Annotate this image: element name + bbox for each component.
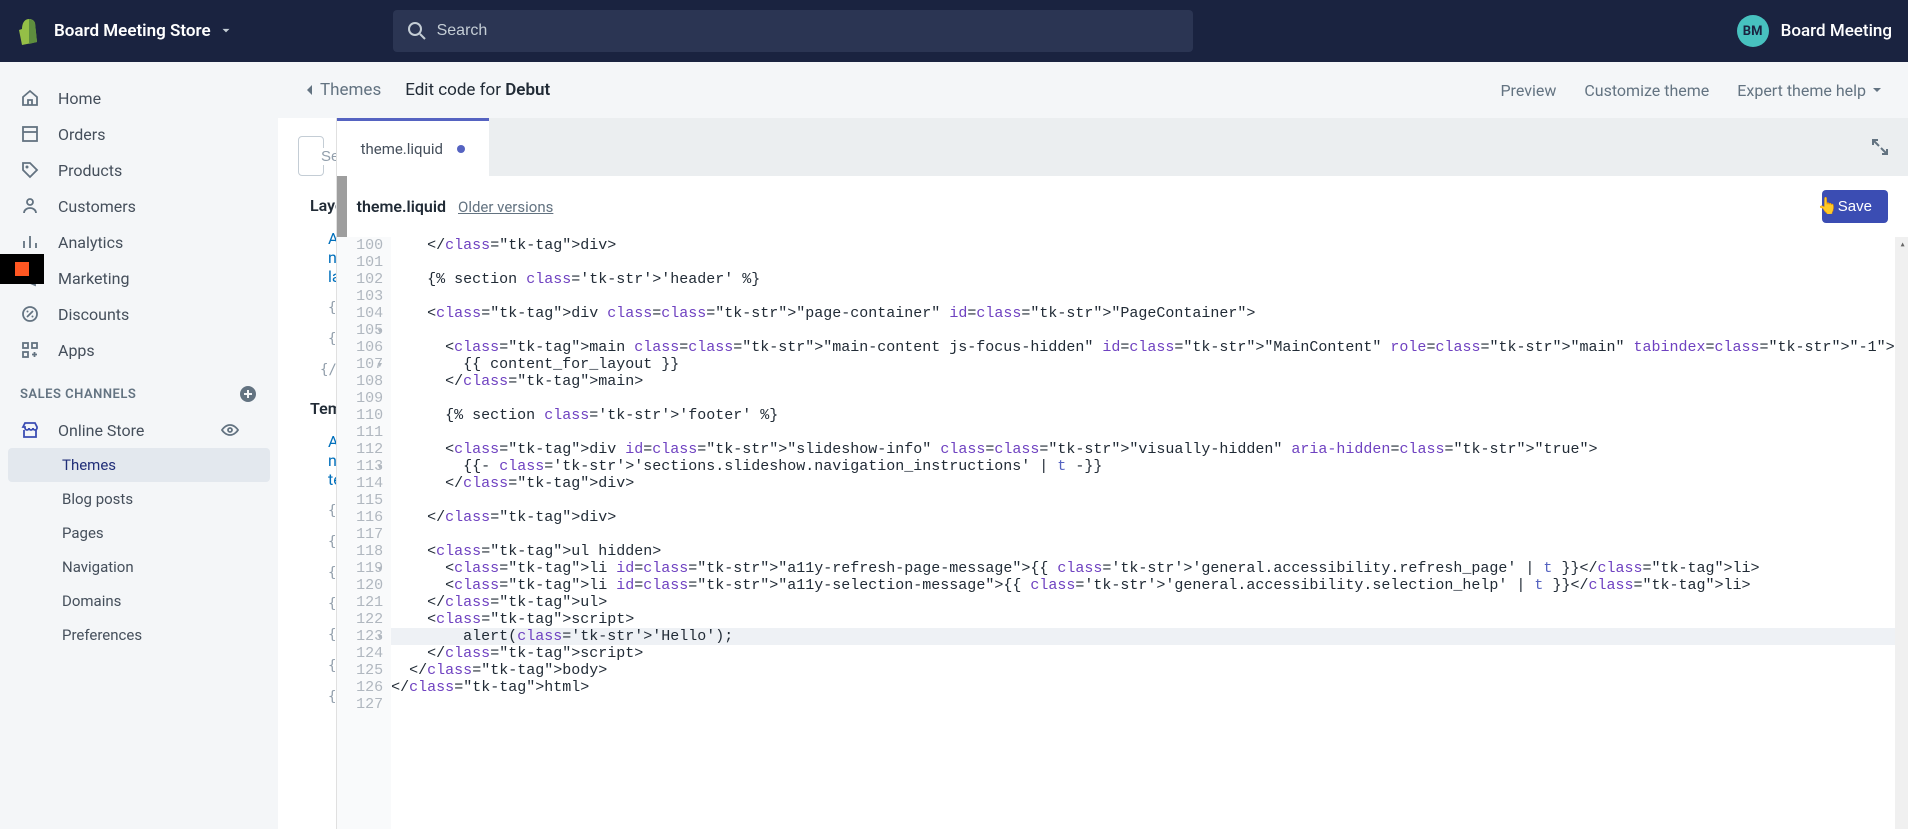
orders-icon xyxy=(20,124,40,144)
subnav-themes[interactable]: Themes xyxy=(8,448,270,482)
store-icon xyxy=(20,420,40,440)
nav-apps[interactable]: Apps xyxy=(0,332,278,368)
file-blog[interactable]: {/}blog.liquid xyxy=(298,557,328,588)
add-template[interactable]: Add a new template xyxy=(298,426,328,495)
file-search[interactable] xyxy=(298,136,324,176)
add-layout[interactable]: Add a new layout xyxy=(298,223,328,292)
main-sidebar: Home Orders Products Customers Analytics… xyxy=(0,62,278,829)
preview-link[interactable]: Preview xyxy=(1500,81,1556,100)
nav-home[interactable]: Home xyxy=(0,80,278,116)
global-search[interactable] xyxy=(393,10,1193,52)
file-404[interactable]: {/}404.liquid xyxy=(298,495,328,526)
file-cart[interactable]: {/}cart.liquid xyxy=(298,588,328,619)
topbar: Board Meeting Store BM Board Meeting xyxy=(0,0,1908,62)
save-button[interactable]: 👆 Save xyxy=(1822,190,1888,223)
file-password[interactable]: {/}password.liquid xyxy=(298,323,328,354)
recording-indicator xyxy=(0,254,44,284)
file-customers-activate[interactable]: {/}customers/activate_account.liq xyxy=(298,681,328,712)
nav-orders[interactable]: Orders xyxy=(0,116,278,152)
file-search-input[interactable] xyxy=(321,148,336,165)
file-article[interactable]: {/}article.liquid xyxy=(298,526,328,557)
sales-channels-heading: SALES CHANNELS xyxy=(0,368,278,412)
add-channel-icon[interactable] xyxy=(238,384,258,404)
line-gutter: 100101102103104 ▾105106 ▾107108109110111… xyxy=(337,237,392,829)
file-tree-panel: Layout Add a new layout {/}gift_card.liq… xyxy=(278,118,336,829)
older-versions-link[interactable]: Older versions xyxy=(458,198,553,216)
current-file-name: theme.liquid xyxy=(357,197,446,216)
subnav-preferences[interactable]: Preferences xyxy=(0,618,278,652)
page-title: Edit code for Debut xyxy=(405,80,550,100)
apps-icon xyxy=(20,340,40,360)
folder-layout[interactable]: Layout xyxy=(298,196,316,215)
store-name[interactable]: Board Meeting Store xyxy=(54,21,211,41)
folder-templates[interactable]: Templates xyxy=(298,399,316,418)
search-icon xyxy=(407,21,427,41)
expand-editor-button[interactable] xyxy=(1852,118,1908,176)
cursor-icon: 👆 xyxy=(1818,196,1838,216)
expand-icon xyxy=(1870,137,1890,157)
search-input[interactable] xyxy=(437,22,1179,40)
file-info-row: theme.liquid Older versions 👆 Save xyxy=(337,176,1908,237)
code-lines[interactable]: </class="tk-tag">div> {% section class='… xyxy=(391,237,1894,829)
subnav-domains[interactable]: Domains xyxy=(0,584,278,618)
file-collection[interactable]: {/}collection.liquid xyxy=(298,619,328,650)
eye-icon[interactable] xyxy=(220,420,240,440)
username: Board Meeting xyxy=(1781,21,1892,41)
caret-down-icon xyxy=(1872,85,1882,95)
subnav-navigation[interactable]: Navigation xyxy=(0,550,278,584)
discount-icon xyxy=(20,304,40,324)
user-menu[interactable]: BM Board Meeting xyxy=(1737,15,1892,47)
subnav-pages[interactable]: Pages xyxy=(0,516,278,550)
expert-help-dropdown[interactable]: Expert theme help xyxy=(1737,81,1882,100)
content-area: Themes Edit code for Debut Preview Custo… xyxy=(278,62,1908,829)
unsaved-indicator xyxy=(457,145,465,153)
back-to-themes[interactable]: Themes xyxy=(304,80,381,100)
nav-products[interactable]: Products xyxy=(0,152,278,188)
subnav-blog-posts[interactable]: Blog posts xyxy=(0,482,278,516)
file-customers-account[interactable]: {/}customers/account.liquid xyxy=(298,650,328,681)
code-editor-area: theme.liquid theme.liquid Older versions… xyxy=(337,118,1908,829)
avatar: BM xyxy=(1737,15,1769,47)
editor-scrollbar[interactable]: ▴ xyxy=(1895,237,1908,829)
chevron-down-icon[interactable] xyxy=(219,24,233,38)
editor-tabs: theme.liquid xyxy=(337,118,1908,176)
tag-icon xyxy=(20,160,40,180)
file-gift-card[interactable]: {/}gift_card.liquid xyxy=(298,292,328,323)
person-icon xyxy=(20,196,40,216)
chevron-left-icon xyxy=(304,84,316,96)
home-icon xyxy=(20,88,40,108)
nav-online-store[interactable]: Online Store xyxy=(0,412,278,448)
nav-customers[interactable]: Customers xyxy=(0,188,278,224)
shopify-logo-icon xyxy=(16,17,40,45)
file-theme-liquid[interactable]: {/}theme.liquid xyxy=(298,354,328,385)
editor-tab-theme-liquid[interactable]: theme.liquid xyxy=(337,118,489,176)
nav-discounts[interactable]: Discounts xyxy=(0,296,278,332)
page-header: Themes Edit code for Debut Preview Custo… xyxy=(278,62,1908,118)
analytics-icon xyxy=(20,232,40,252)
code-editor[interactable]: 100101102103104 ▾105106 ▾107108109110111… xyxy=(337,237,1908,829)
customize-theme-link[interactable]: Customize theme xyxy=(1584,81,1709,100)
